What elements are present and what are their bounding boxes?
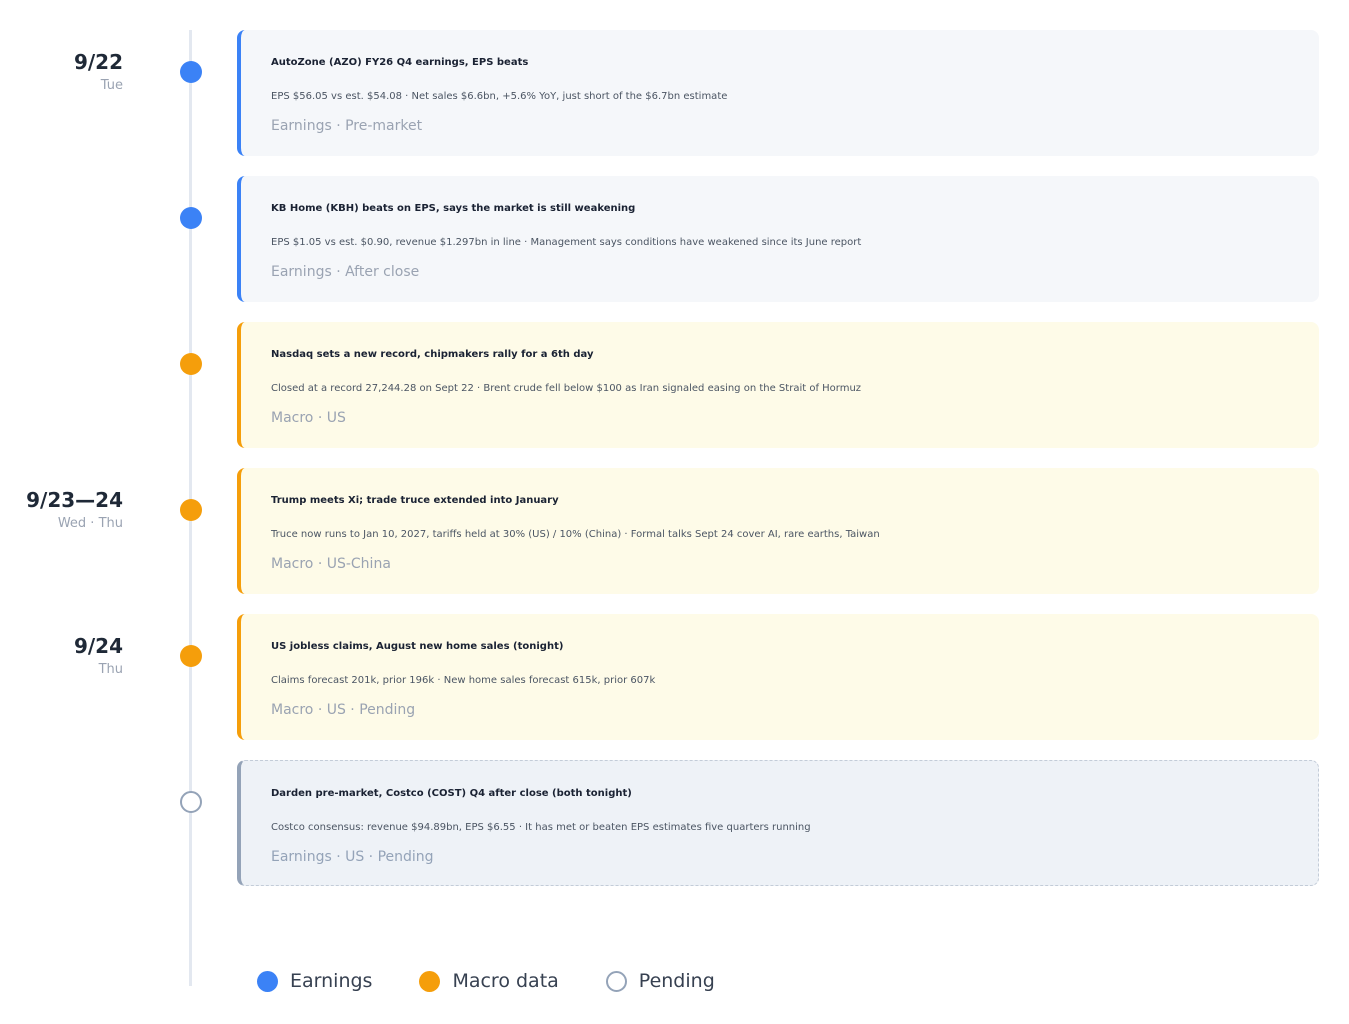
legend: Earnings Macro data Pending [257, 970, 762, 992]
event-title: Nasdaq sets a new record, chipmakers ral… [271, 349, 594, 360]
event-card[interactable]: US jobless claims, August new home sales… [237, 614, 1319, 740]
event-card[interactable]: AutoZone (AZO) FY26 Q4 earnings, EPS bea… [237, 30, 1319, 156]
macro-dot-icon [419, 970, 441, 992]
date-weekday: Thu [98, 662, 123, 677]
timeline-dot-macro [180, 645, 202, 667]
legend-label: Pending [638, 970, 715, 992]
pending-ring-icon [605, 970, 627, 992]
date-main: 9/24 [73, 634, 123, 658]
timeline-dot-earnings [180, 61, 202, 83]
event-title: Darden pre-market, Costco (COST) Q4 afte… [271, 788, 632, 799]
event-description: Truce now runs to Jan 10, 2027, tariffs … [271, 529, 880, 540]
date-main: 9/22 [73, 50, 123, 74]
event-description: EPS $1.05 vs est. $0.90, revenue $1.297b… [271, 237, 862, 248]
event-title: KB Home (KBH) beats on EPS, says the mar… [271, 203, 636, 214]
timeline-dot-macro [180, 353, 202, 375]
event-card[interactable]: Trump meets Xi; trade truce extended int… [237, 468, 1319, 594]
date-weekday: Tue [100, 78, 123, 93]
event-card[interactable]: Nasdaq sets a new record, chipmakers ral… [237, 322, 1319, 448]
event-description: EPS $56.05 vs est. $54.08 · Net sales $6… [271, 91, 728, 102]
event-title: AutoZone (AZO) FY26 Q4 earnings, EPS bea… [271, 57, 529, 68]
legend-item-pending: Pending [605, 970, 715, 992]
event-card-pending[interactable]: Darden pre-market, Costco (COST) Q4 afte… [237, 760, 1319, 886]
timeline-dot-pending [180, 791, 202, 813]
event-title: Trump meets Xi; trade truce extended int… [271, 495, 559, 506]
date-label-1: 9/22 Tue [74, 50, 123, 94]
earnings-dot-icon [257, 970, 278, 992]
legend-item-macro: Macro data [419, 970, 559, 992]
event-tags: Macro · US-China [271, 556, 391, 572]
legend-item-earnings: Earnings [257, 970, 372, 992]
legend-label: Earnings [290, 970, 373, 992]
event-tags: Earnings · US · Pending [271, 849, 434, 865]
event-description: Costco consensus: revenue $94.89bn, EPS … [271, 822, 811, 833]
date-weekday: Wed · Thu [57, 516, 123, 531]
legend-label: Macro data [452, 970, 559, 992]
event-tags: Macro · US [271, 410, 346, 426]
event-tags: Macro · US · Pending [271, 702, 416, 718]
event-title: US jobless claims, August new home sales… [271, 641, 564, 652]
date-main: 9/23—24 [26, 488, 123, 512]
event-card[interactable]: KB Home (KBH) beats on EPS, says the mar… [237, 176, 1319, 302]
timeline-dot-macro [180, 499, 202, 521]
event-description: Claims forecast 201k, prior 196k · New h… [271, 675, 656, 686]
date-label-3: 9/24 Thu [74, 634, 123, 678]
event-tags: Earnings · After close [271, 264, 420, 280]
date-label-2: 9/23—24 Wed · Thu [26, 488, 123, 532]
event-tags: Earnings · Pre-market [271, 118, 423, 134]
timeline-dot-earnings [180, 207, 202, 229]
event-description: Closed at a record 27,244.28 on Sept 22 … [271, 383, 862, 394]
